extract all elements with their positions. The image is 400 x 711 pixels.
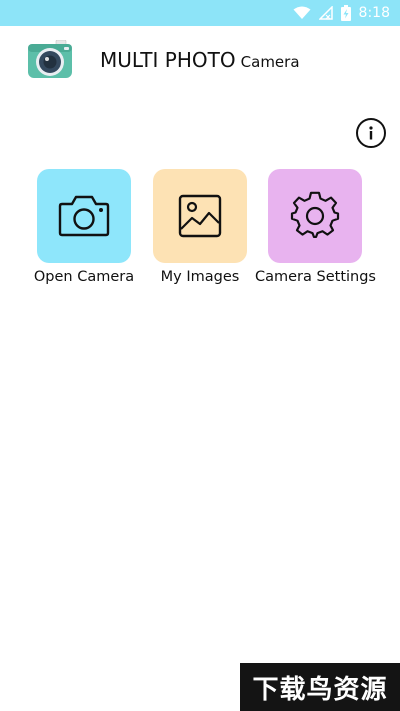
open-camera-tile[interactable] <box>37 169 131 263</box>
app-screen: 8:18 MULTI PHOTO Camera Open Camera My I… <box>0 0 400 711</box>
app-title-main: MULTI PHOTO <box>100 48 236 72</box>
open-camera-label: Open Camera <box>33 269 135 285</box>
gear-icon <box>290 191 340 239</box>
battery-charging-icon <box>340 5 351 21</box>
app-title: MULTI PHOTO Camera <box>100 48 300 72</box>
camera-icon <box>58 195 110 237</box>
status-time: 8:18 <box>358 5 390 21</box>
wifi-icon <box>293 6 311 20</box>
watermark-text: 下载鸟资源 <box>252 674 388 705</box>
camera-settings-label: Camera Settings <box>255 269 376 285</box>
open-camera-button[interactable]: Open Camera <box>24 169 144 285</box>
watermark-banner: 下载鸟资源 <box>240 663 400 711</box>
camera-logo-icon <box>26 39 74 80</box>
camera-settings-button[interactable]: Camera Settings <box>255 169 376 285</box>
app-header: MULTI PHOTO Camera <box>0 26 400 96</box>
my-images-label: My Images <box>160 269 240 285</box>
info-icon <box>369 126 373 140</box>
info-button[interactable] <box>356 118 386 148</box>
no-signal-icon <box>318 6 333 20</box>
camera-settings-tile[interactable] <box>268 169 362 263</box>
image-icon <box>178 194 222 238</box>
my-images-button[interactable]: My Images <box>140 169 260 285</box>
app-title-sub: Camera <box>240 53 300 71</box>
my-images-tile[interactable] <box>153 169 247 263</box>
status-bar: 8:18 <box>0 0 400 26</box>
